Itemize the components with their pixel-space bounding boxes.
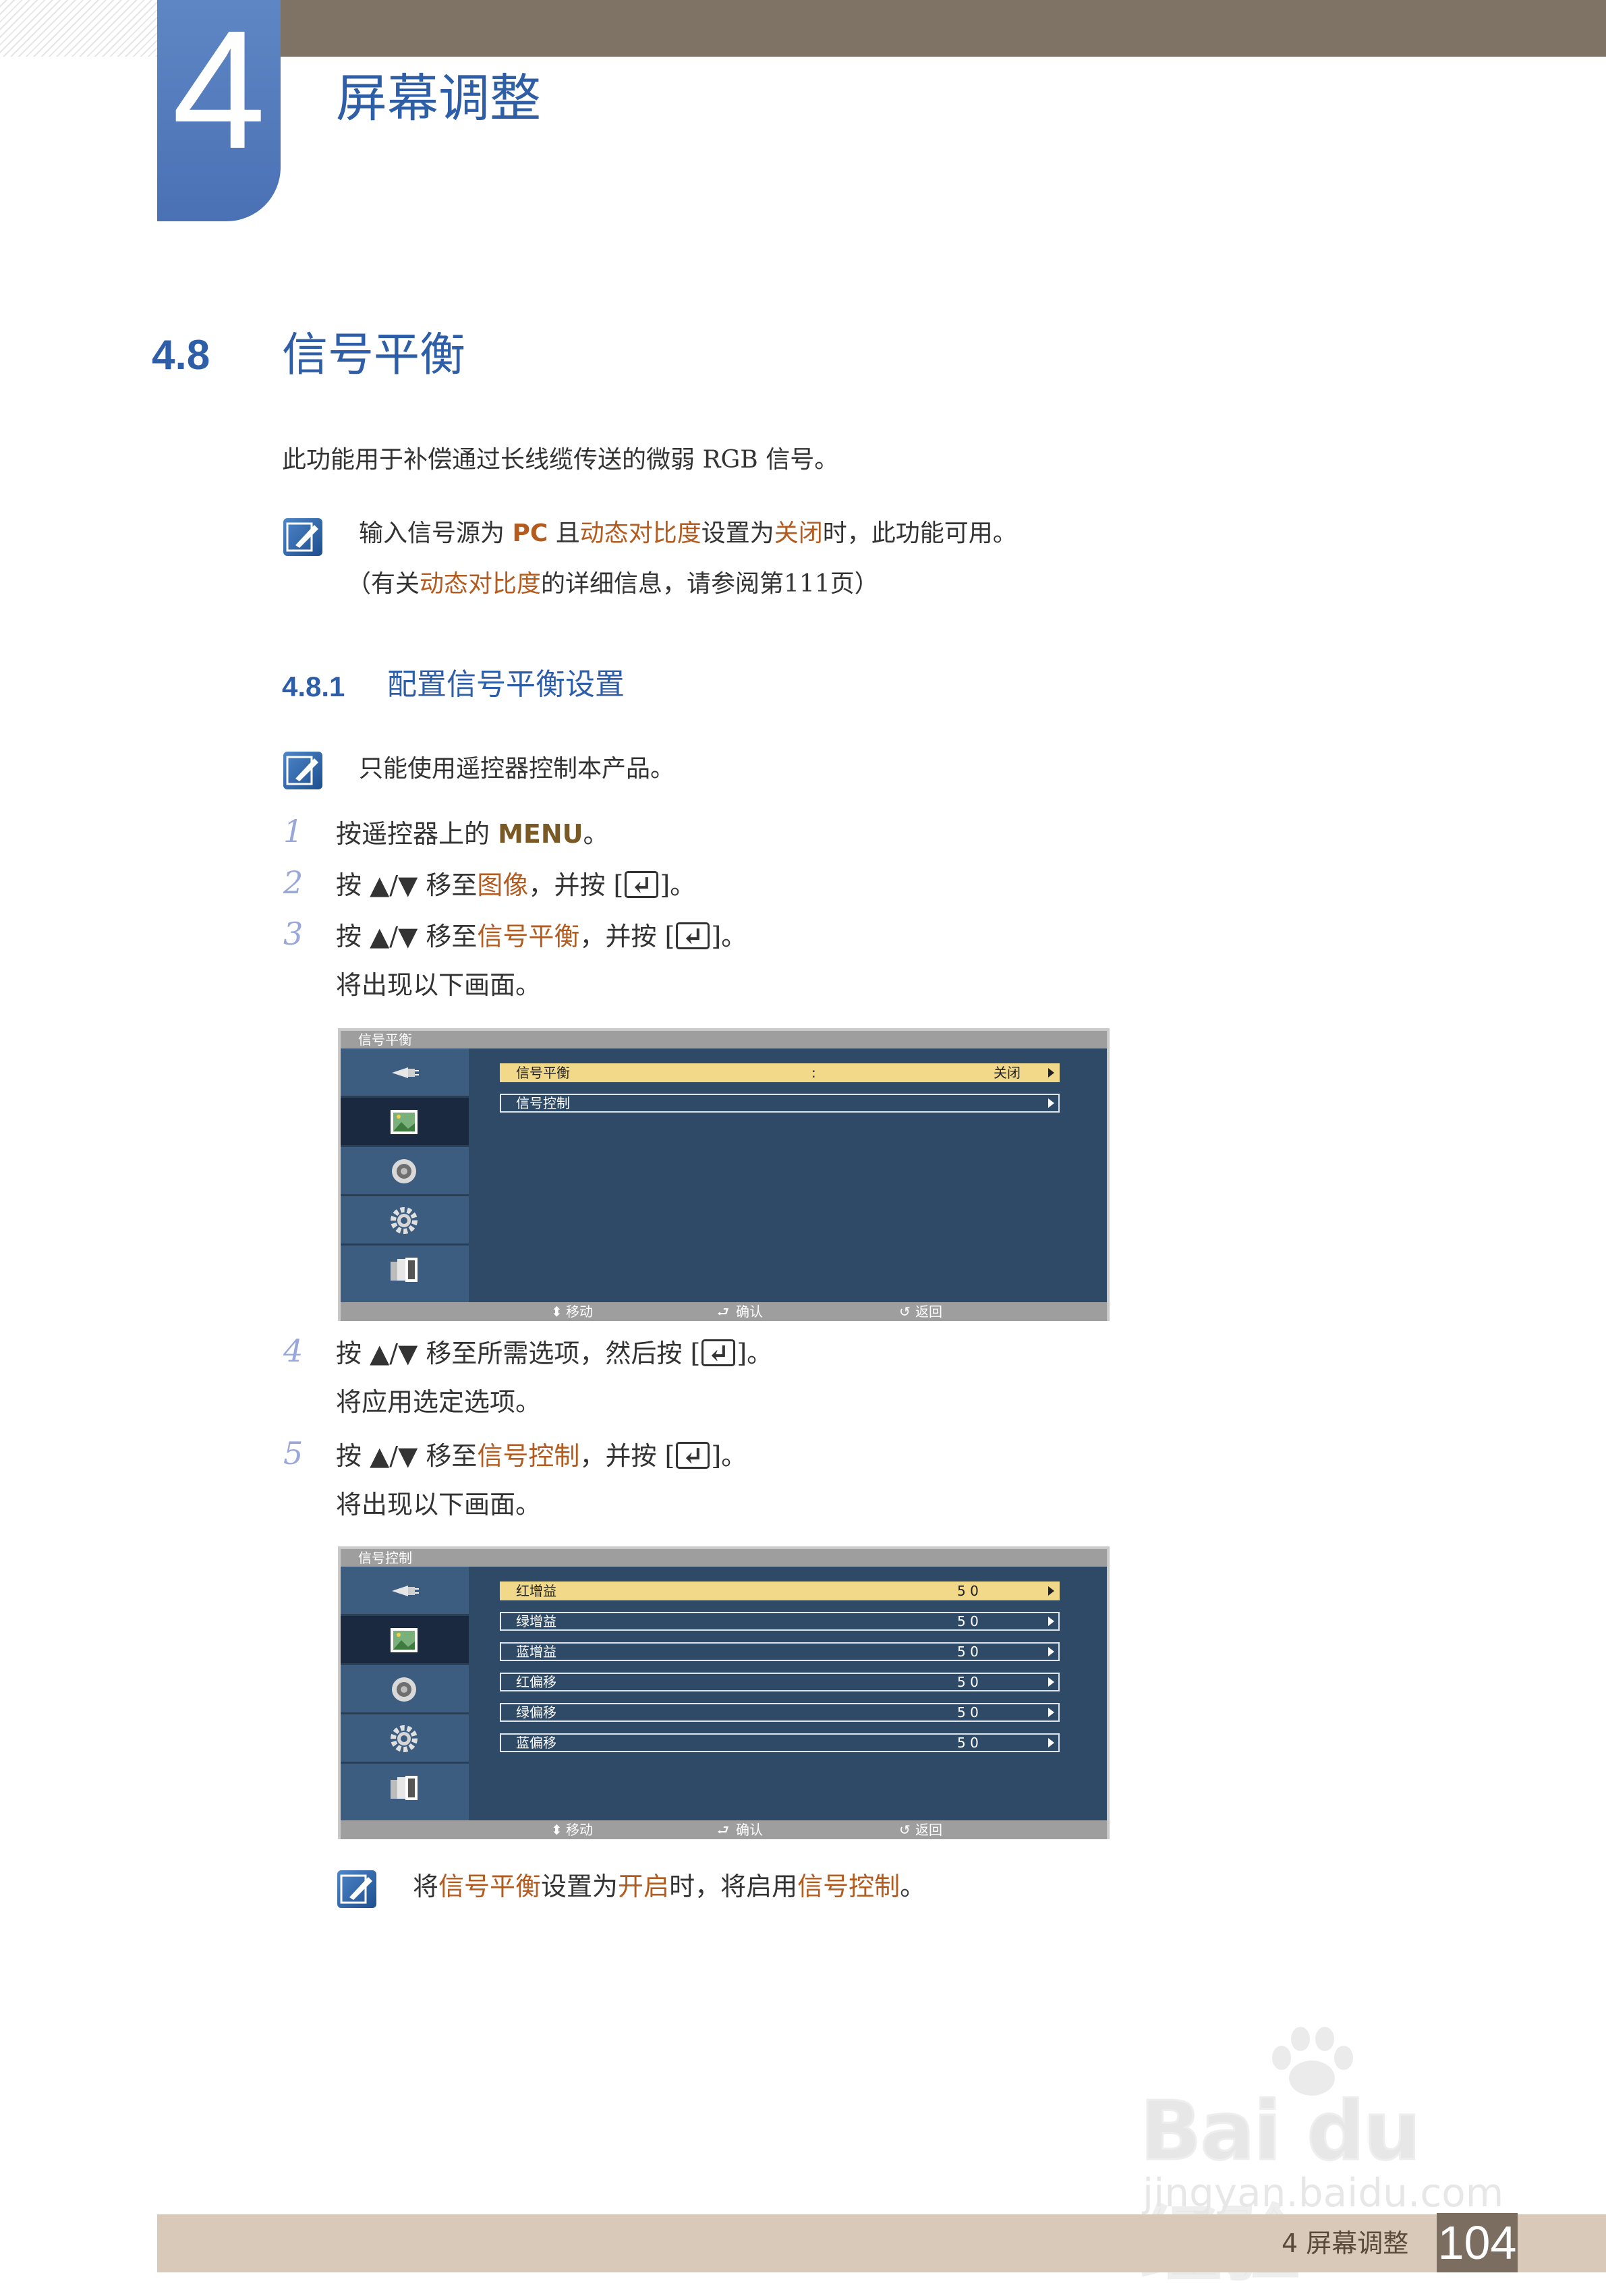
- arrow-right-icon: [1048, 1708, 1054, 1717]
- term-off: 关闭: [774, 520, 823, 547]
- step-3-text: 按 ▲/▼ 移至信号平衡，并按 []。: [336, 918, 747, 955]
- osd-menu-picture[interactable]: [341, 1616, 469, 1665]
- osd-row-red-gain[interactable]: 红增益 5 0: [500, 1581, 1060, 1600]
- term-signal-balance: 信号平衡: [477, 922, 580, 951]
- return-icon: ↺: [899, 1822, 911, 1838]
- step-5-text: 按 ▲/▼ 移至信号控制，并按 []。: [336, 1437, 747, 1475]
- term-signal-control: 信号控制: [797, 1872, 900, 1901]
- baidu-watermark: Bai du 经验 jingyan.baidu.com: [1139, 2024, 1518, 2293]
- multi-screen-icon: [391, 1776, 418, 1800]
- page-number: 104: [1437, 2213, 1518, 2272]
- subsection-title: 配置信号平衡设置: [387, 667, 625, 702]
- input-plug-icon: [392, 1586, 419, 1596]
- note-icon: [283, 518, 322, 556]
- arrow-right-icon: [1048, 1617, 1054, 1626]
- osd-row-red-offset[interactable]: 红偏移 5 0: [500, 1673, 1060, 1691]
- section-number: 4.8: [152, 332, 210, 379]
- enter-icon: ⮐: [717, 1304, 729, 1320]
- step-3-subtext: 将出现以下画面。: [336, 970, 542, 1000]
- osd-title: 信号控制: [341, 1549, 1107, 1567]
- watermark-url: jingyan.baidu.com: [1143, 2170, 1504, 2216]
- note-icon: [283, 752, 322, 789]
- note3-text: 将信号平衡设置为开启时，将启用信号控制。: [413, 1872, 926, 1901]
- enter-key-icon: [625, 866, 659, 904]
- osd-footer: ⬍ 移动 ⮐ 确认 ↺ 返回: [341, 1302, 1107, 1321]
- osd-menu-picture[interactable]: [341, 1098, 469, 1147]
- step-number: 2: [283, 864, 304, 901]
- osd-signal-control: 信号控制 红增益 5 0 绿增益 5 0 蓝增益 5 0 红偏移 5 0 绿偏移 5 0 …: [338, 1546, 1110, 1839]
- osd-signal-balance: 信号平衡 信号平衡 : 关闭 信号控制 ⬍ 移动 ⮐ 确认 ↺ 返回: [338, 1028, 1110, 1321]
- arrow-right-icon: [1048, 1586, 1054, 1596]
- source-pc: PC: [512, 520, 548, 547]
- chapter-number: 4: [171, 0, 266, 184]
- osd-menu-multi[interactable]: [341, 1764, 469, 1813]
- footer-chapter-label: 4 屏幕调整: [1282, 2229, 1409, 2258]
- step-5-subtext: 将出现以下画面。: [336, 1490, 542, 1519]
- term-on: 开启: [618, 1872, 670, 1901]
- return-icon: ↺: [899, 1304, 911, 1320]
- osd-title: 信号平衡: [341, 1031, 1107, 1048]
- gear-icon: [391, 1725, 418, 1752]
- step-4-text: 按 ▲/▼ 移至所需选项，然后按 []。: [336, 1335, 772, 1372]
- step-2-text: 按 ▲/▼ 移至图像，并按 []。: [336, 866, 695, 904]
- osd-menu-setup[interactable]: [341, 1714, 469, 1764]
- intro-paragraph: 此功能用于补偿通过长线缆传送的微弱 RGB 信号。: [282, 446, 839, 474]
- osd-row-signal-balance[interactable]: 信号平衡 : 关闭: [500, 1063, 1060, 1082]
- step-1-text: 按遥控器上的 MENU。: [336, 819, 609, 849]
- osd-row-green-gain[interactable]: 绿增益 5 0: [500, 1612, 1060, 1631]
- term-dynamic-contrast-ref: 动态对比度: [420, 570, 542, 598]
- multi-screen-icon: [391, 1258, 418, 1282]
- enter-icon: ⮐: [717, 1822, 729, 1838]
- step-number: 1: [283, 813, 304, 849]
- picture-icon: [391, 1628, 418, 1652]
- osd-menu-sound[interactable]: [341, 1147, 469, 1196]
- enter-key-icon: [701, 1335, 736, 1372]
- osd-menu-input[interactable]: [341, 1567, 469, 1616]
- note1-line1: 输入信号源为 PC 且动态对比度设置为关闭时，此功能可用。: [359, 520, 1017, 547]
- speaker-icon: [392, 1677, 416, 1702]
- osd-row-green-offset[interactable]: 绿偏移 5 0: [500, 1703, 1060, 1722]
- enter-key-icon: [676, 1437, 710, 1475]
- chapter-title: 屏幕调整: [336, 68, 541, 128]
- menu-key-label: MENU: [498, 819, 583, 849]
- subsection-number: 4.8.1: [282, 671, 345, 702]
- arrow-right-icon: [1048, 1098, 1054, 1108]
- speaker-icon: [392, 1159, 416, 1183]
- note2-text: 只能使用遥控器控制本产品。: [359, 755, 675, 783]
- osd-row-blue-offset[interactable]: 蓝偏移 5 0: [500, 1733, 1060, 1752]
- term-signal-balance: 信号平衡: [438, 1872, 542, 1901]
- step-number: 4: [283, 1333, 304, 1369]
- header-stripes: [0, 0, 157, 57]
- arrow-right-icon: [1048, 1738, 1054, 1747]
- osd-footer: ⬍ 移动 ⮐ 确认 ↺ 返回: [341, 1820, 1107, 1839]
- osd-menu-sound[interactable]: [341, 1665, 469, 1714]
- header-bar: [281, 0, 1606, 57]
- gear-icon: [391, 1207, 418, 1234]
- osd-sidebar: [341, 1048, 469, 1304]
- term-picture: 图像: [477, 870, 529, 900]
- osd-row-blue-gain[interactable]: 蓝增益 5 0: [500, 1642, 1060, 1661]
- enter-key-icon: [676, 918, 710, 955]
- arrow-right-icon: [1048, 1647, 1054, 1656]
- arrow-right-icon: [1048, 1068, 1054, 1077]
- osd-sidebar: [341, 1567, 469, 1822]
- section-title: 信号平衡: [282, 329, 466, 382]
- input-plug-icon: [392, 1067, 419, 1078]
- step-number: 5: [283, 1435, 304, 1472]
- osd-menu-setup[interactable]: [341, 1196, 469, 1245]
- term-signal-control: 信号控制: [477, 1441, 580, 1471]
- updown-icon: ⬍: [551, 1822, 563, 1838]
- osd-menu-input[interactable]: [341, 1048, 469, 1098]
- osd-menu-multi[interactable]: [341, 1245, 469, 1295]
- arrow-right-icon: [1048, 1677, 1054, 1687]
- updown-icon: ⬍: [551, 1304, 563, 1320]
- osd-row-signal-control[interactable]: 信号控制: [500, 1094, 1060, 1113]
- term-dynamic-contrast: 动态对比度: [579, 520, 701, 547]
- note-icon: [337, 1870, 376, 1908]
- note1-line2: （有关动态对比度的详细信息，请参阅第111页）: [347, 570, 879, 598]
- picture-icon: [391, 1110, 418, 1134]
- step-number: 3: [283, 916, 304, 952]
- step-4-subtext: 将应用选定选项。: [336, 1387, 542, 1417]
